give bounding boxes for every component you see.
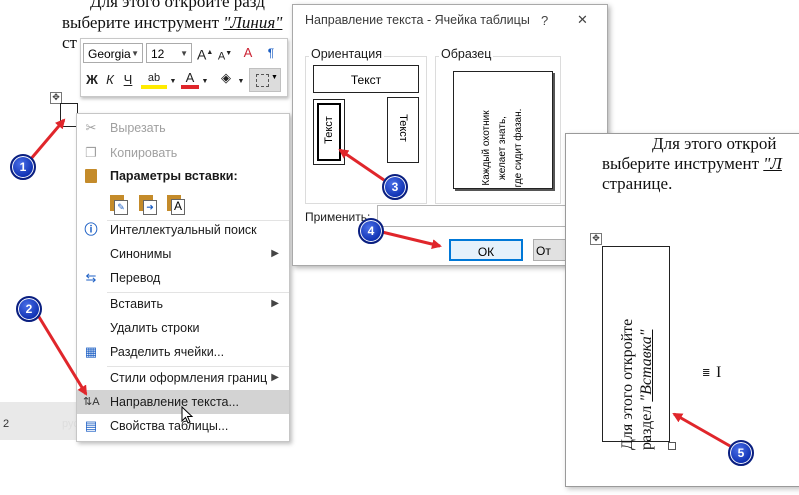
arrow-2 [34, 311, 88, 396]
step-badge-1: 1 [10, 154, 36, 180]
step-badge-2: 2 [16, 296, 42, 322]
arrow-3 [338, 148, 385, 182]
arrow-4 [381, 230, 442, 249]
arrow-5 [672, 412, 731, 448]
step-badge-4: 4 [358, 218, 384, 244]
step-badge-3: 3 [382, 174, 408, 200]
step-badge-5: 5 [728, 440, 754, 466]
arrow-1 [28, 118, 66, 161]
annotation-arrows [28, 118, 731, 448]
